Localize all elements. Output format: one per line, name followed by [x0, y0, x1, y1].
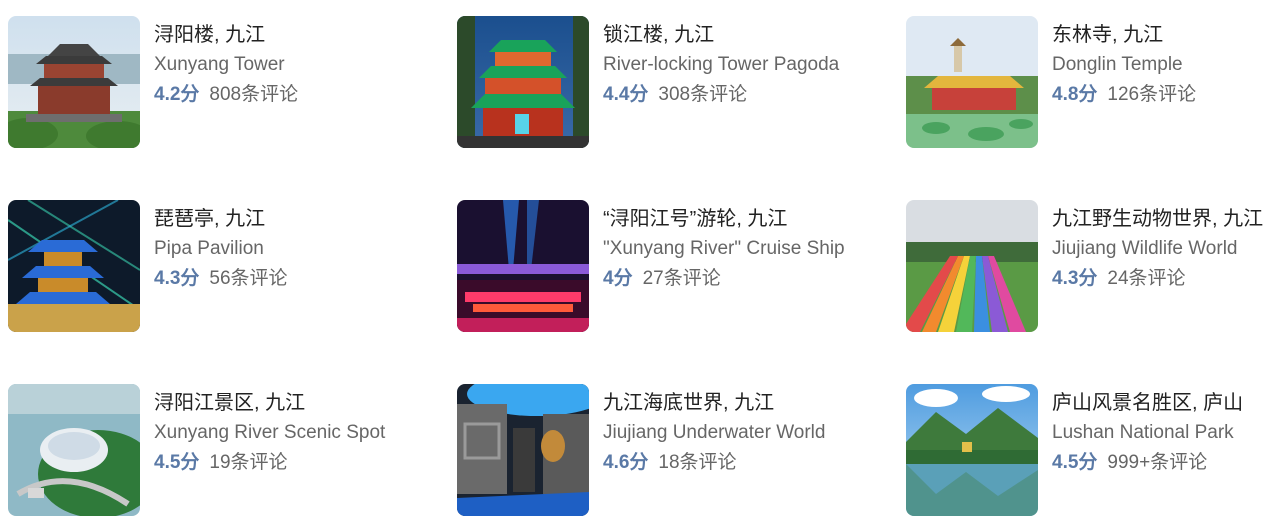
wildlife-world-photo[interactable]: [906, 200, 1038, 332]
attraction-name-cn[interactable]: 浔阳江景区, 九江: [154, 388, 438, 418]
attraction-name-en: Jiujiang Underwater World: [603, 422, 826, 443]
rating-score: 4.4分: [603, 84, 649, 105]
donglin-temple-photo[interactable]: [906, 16, 1038, 148]
attraction-name-cn[interactable]: 琵琶亭, 九江: [154, 204, 438, 234]
attraction-name-cn[interactable]: “浔阳江号”游轮, 九江: [603, 204, 887, 234]
xunyang-tower-photo[interactable]: [8, 16, 140, 148]
attraction-info: 琵琶亭, 九江 Pipa Pavilion 4.3分 56条评论: [154, 204, 438, 294]
attraction-name-cn[interactable]: 东林寺, 九江: [1052, 20, 1280, 50]
attraction-card-donglin-temple[interactable]: 东林寺, 九江 Donglin Temple 4.8分 126条评论: [906, 16, 1280, 148]
rating-score: 4.8分: [1052, 84, 1098, 105]
attraction-name-en: River-locking Tower Pagoda: [603, 54, 840, 75]
attraction-grid: 浔阳楼, 九江 Xunyang Tower 4.2分 808条评论 锁江楼, 九…: [0, 0, 1280, 532]
attraction-info: 锁江楼, 九江 River-locking Tower Pagoda 4.4分 3…: [603, 20, 887, 110]
attraction-meta: 4.3分 24条评论: [1052, 264, 1280, 294]
rating-score: 4.2分: [154, 84, 200, 105]
attraction-meta: 4.3分 56条评论: [154, 264, 438, 294]
review-count: 808条评论: [209, 84, 299, 105]
attraction-card-wildlife-world[interactable]: 九江野生动物世界, 九江 Jiujiang Wildlife World 4.3…: [906, 200, 1280, 332]
pipa-pavilion-photo[interactable]: [8, 200, 140, 332]
rating-score: 4.5分: [154, 452, 200, 473]
attraction-meta: 4分 27条评论: [603, 264, 887, 294]
attraction-info: 九江野生动物世界, 九江 Jiujiang Wildlife World 4.3…: [1052, 204, 1280, 294]
review-count: 19条评论: [209, 452, 288, 473]
cruise-ship-photo[interactable]: [457, 200, 589, 332]
attraction-name-en: Pipa Pavilion: [154, 238, 264, 259]
attraction-name-en: Xunyang Tower: [154, 54, 285, 75]
attraction-meta: 4.5分 19条评论: [154, 448, 438, 478]
review-count: 24条评论: [1107, 268, 1186, 289]
attraction-card-pipa-pavilion[interactable]: 琵琶亭, 九江 Pipa Pavilion 4.3分 56条评论: [8, 200, 438, 332]
attraction-meta: 4.6分 18条评论: [603, 448, 887, 478]
rating-score: 4.6分: [603, 452, 649, 473]
attraction-info: 东林寺, 九江 Donglin Temple 4.8分 126条评论: [1052, 20, 1280, 110]
attraction-name-cn[interactable]: 九江野生动物世界, 九江: [1052, 204, 1280, 234]
attraction-info: 浔阳江景区, 九江 Xunyang River Scenic Spot 4.5分…: [154, 388, 438, 478]
attraction-card-lushan-park[interactable]: 庐山风景名胜区, 庐山 Lushan National Park 4.5分 999…: [906, 384, 1280, 516]
rating-score: 4.3分: [1052, 268, 1098, 289]
underwater-world-photo[interactable]: [457, 384, 589, 516]
attraction-name-cn[interactable]: 浔阳楼, 九江: [154, 20, 438, 50]
attraction-card-suojiang-tower[interactable]: 锁江楼, 九江 River-locking Tower Pagoda 4.4分 3…: [457, 16, 887, 148]
attraction-meta: 4.4分 308条评论: [603, 80, 887, 110]
attraction-name-en: Xunyang River Scenic Spot: [154, 422, 386, 443]
rating-score: 4.3分: [154, 268, 200, 289]
attraction-card-scenic-spot[interactable]: 浔阳江景区, 九江 Xunyang River Scenic Spot 4.5分…: [8, 384, 438, 516]
scenic-spot-photo[interactable]: [8, 384, 140, 516]
attraction-card-cruise-ship[interactable]: “浔阳江号”游轮, 九江 "Xunyang River" Cruise Ship…: [457, 200, 887, 332]
review-count: 18条评论: [658, 452, 737, 473]
attraction-name-cn[interactable]: 锁江楼, 九江: [603, 20, 887, 50]
review-count: 126条评论: [1107, 84, 1197, 105]
attraction-meta: 4.5分 999+条评论: [1052, 448, 1280, 478]
attraction-info: 九江海底世界, 九江 Jiujiang Underwater World 4.6…: [603, 388, 887, 478]
attraction-info: “浔阳江号”游轮, 九江 "Xunyang River" Cruise Ship…: [603, 204, 887, 294]
attraction-name-en: "Xunyang River" Cruise Ship: [603, 238, 845, 259]
review-count: 27条评论: [642, 268, 721, 289]
attraction-meta: 4.2分 808条评论: [154, 80, 438, 110]
review-count: 308条评论: [658, 84, 748, 105]
attraction-card-xunyang-tower[interactable]: 浔阳楼, 九江 Xunyang Tower 4.2分 808条评论: [8, 16, 438, 148]
lushan-park-photo[interactable]: [906, 384, 1038, 516]
attraction-name-en: Lushan National Park: [1052, 422, 1234, 443]
review-count: 56条评论: [209, 268, 288, 289]
review-count: 999+条评论: [1107, 452, 1208, 473]
rating-score: 4分: [603, 268, 633, 289]
attraction-card-underwater-world[interactable]: 九江海底世界, 九江 Jiujiang Underwater World 4.6…: [457, 384, 887, 516]
attraction-name-cn[interactable]: 庐山风景名胜区, 庐山: [1052, 388, 1280, 418]
attraction-info: 庐山风景名胜区, 庐山 Lushan National Park 4.5分 999…: [1052, 388, 1280, 478]
attraction-name-en: Donglin Temple: [1052, 54, 1183, 75]
attraction-info: 浔阳楼, 九江 Xunyang Tower 4.2分 808条评论: [154, 20, 438, 110]
rating-score: 4.5分: [1052, 452, 1098, 473]
attraction-name-en: Jiujiang Wildlife World: [1052, 238, 1238, 259]
suojiang-tower-photo[interactable]: [457, 16, 589, 148]
attraction-meta: 4.8分 126条评论: [1052, 80, 1280, 110]
attraction-name-cn[interactable]: 九江海底世界, 九江: [603, 388, 887, 418]
